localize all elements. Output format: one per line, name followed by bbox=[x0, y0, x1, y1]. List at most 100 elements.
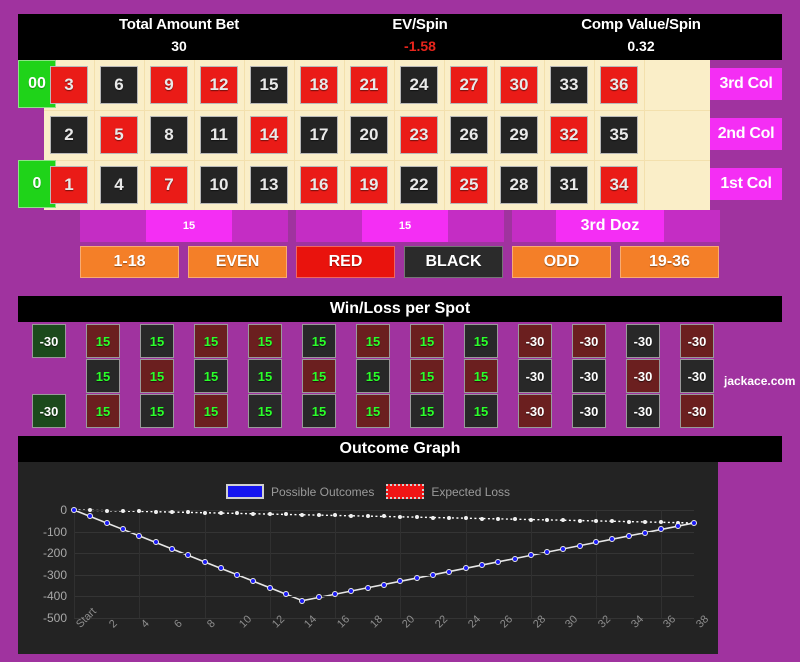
number-cell-31[interactable]: 31 bbox=[550, 166, 588, 204]
column-bet-2[interactable]: 2nd Col bbox=[710, 118, 782, 150]
number-cell-label: 5 bbox=[114, 125, 124, 144]
number-cell-label: 14 bbox=[259, 125, 279, 144]
column-bet-label: 3rd Col bbox=[719, 75, 773, 92]
number-cell-12[interactable]: 12 bbox=[200, 66, 238, 104]
number-cell-36[interactable]: 36 bbox=[600, 66, 638, 104]
number-cell-18[interactable]: 18 bbox=[300, 66, 338, 104]
number-cell-24[interactable]: 24 bbox=[400, 66, 438, 104]
number-cell-9[interactable]: 9 bbox=[150, 66, 188, 104]
number-cell-30[interactable]: 30 bbox=[500, 66, 538, 104]
win-loss-value: 15 bbox=[203, 368, 219, 384]
column-bet-1[interactable]: 1st Col bbox=[710, 168, 782, 200]
win-loss-cell: 15 bbox=[410, 359, 444, 393]
outside-bet-label: 1-18 bbox=[113, 253, 146, 270]
number-cell-6[interactable]: 6 bbox=[100, 66, 138, 104]
data-point-possible-outcome bbox=[413, 575, 420, 582]
bet-high[interactable]: 19-36 bbox=[620, 246, 719, 278]
number-cell-label: 13 bbox=[259, 175, 279, 194]
number-cell-1[interactable]: 1 bbox=[50, 166, 88, 204]
bet-even[interactable]: EVEN bbox=[188, 246, 287, 278]
number-cell-34[interactable]: 34 bbox=[600, 166, 638, 204]
number-cell-4[interactable]: 4 bbox=[100, 166, 138, 204]
win-loss-cell: -30 bbox=[518, 394, 552, 428]
number-cell-13[interactable]: 13 bbox=[250, 166, 288, 204]
chart-gridline-vertical bbox=[335, 510, 337, 618]
number-cell-2[interactable]: 2 bbox=[50, 116, 88, 154]
bet-odd[interactable]: ODD bbox=[512, 246, 611, 278]
dozen-bet-1[interactable]: 15 bbox=[80, 210, 288, 242]
number-cell-26[interactable]: 26 bbox=[450, 116, 488, 154]
win-loss-value: 15 bbox=[311, 403, 327, 419]
data-point-expected-loss bbox=[169, 510, 174, 515]
win-loss-value: 15 bbox=[95, 333, 111, 349]
win-loss-value: 15 bbox=[419, 333, 435, 349]
stat-value: 30 bbox=[171, 38, 187, 54]
number-cell-32[interactable]: 32 bbox=[550, 116, 588, 154]
legend-label: Expected Loss bbox=[431, 484, 511, 499]
number-cell-25[interactable]: 25 bbox=[450, 166, 488, 204]
win-loss-cell: 15 bbox=[302, 324, 336, 358]
number-cell-label: 12 bbox=[209, 75, 229, 94]
number-cell-label: 8 bbox=[164, 125, 174, 144]
data-point-possible-outcome bbox=[462, 565, 469, 572]
number-cell-8[interactable]: 8 bbox=[150, 116, 188, 154]
number-cell-15[interactable]: 15 bbox=[250, 66, 288, 104]
win-loss-cell: 15 bbox=[356, 324, 390, 358]
bet-low[interactable]: 1-18 bbox=[80, 246, 179, 278]
win-loss-value: -30 bbox=[39, 333, 59, 349]
chart-gridline bbox=[74, 510, 694, 511]
number-cell-19[interactable]: 19 bbox=[350, 166, 388, 204]
bet-red[interactable]: RED bbox=[296, 246, 395, 278]
number-cell-28[interactable]: 28 bbox=[500, 166, 538, 204]
win-loss-title: Win/Loss per Spot bbox=[18, 296, 782, 322]
number-cell-27[interactable]: 27 bbox=[450, 66, 488, 104]
win-loss-value: -30 bbox=[579, 333, 599, 349]
data-point-expected-loss bbox=[382, 514, 386, 519]
number-cell-29[interactable]: 29 bbox=[500, 116, 538, 154]
data-point-expected-loss bbox=[545, 517, 550, 522]
chart-gridline-vertical bbox=[269, 510, 271, 618]
win-loss-cell: -30 bbox=[680, 359, 714, 393]
win-loss-value: -30 bbox=[579, 403, 599, 419]
number-cell-22[interactable]: 22 bbox=[400, 166, 438, 204]
win-loss-grid: -30 -30 15 15 15 15 15 15 15 15 15 15 15 15 15 15 15 15 15… bbox=[18, 322, 782, 428]
data-point-possible-outcome bbox=[119, 526, 126, 533]
number-cell-17[interactable]: 17 bbox=[300, 116, 338, 154]
win-loss-cell: 15 bbox=[194, 359, 228, 393]
data-point-expected-loss bbox=[512, 517, 517, 522]
number-cell-33[interactable]: 33 bbox=[550, 66, 588, 104]
number-cell-5[interactable]: 5 bbox=[100, 116, 138, 154]
column-bet-3[interactable]: 3rd Col bbox=[710, 68, 782, 100]
number-cell-21[interactable]: 21 bbox=[350, 66, 388, 104]
win-loss-cell: 15 bbox=[140, 394, 174, 428]
data-point-possible-outcome bbox=[658, 526, 665, 533]
data-point-possible-outcome bbox=[315, 594, 322, 601]
number-cell-label: 17 bbox=[309, 125, 329, 144]
number-cell-23[interactable]: 23 bbox=[400, 116, 438, 154]
dozen-bet-2[interactable]: 15 bbox=[296, 210, 504, 242]
win-loss-cell: 15 bbox=[86, 394, 120, 428]
chart-gridline-vertical bbox=[74, 510, 75, 618]
number-cell-20[interactable]: 20 bbox=[350, 116, 388, 154]
number-cell-14[interactable]: 14 bbox=[250, 116, 288, 154]
number-cell-16[interactable]: 16 bbox=[300, 166, 338, 204]
number-cell-label: 24 bbox=[409, 75, 429, 94]
legend-item-expected-loss: Expected Loss bbox=[386, 484, 510, 499]
number-cell-35[interactable]: 35 bbox=[600, 116, 638, 154]
data-point-expected-loss bbox=[430, 515, 435, 520]
data-point-possible-outcome bbox=[511, 555, 518, 562]
chart-gridline-vertical bbox=[465, 510, 467, 618]
win-loss-value: 15 bbox=[149, 403, 165, 419]
dozen-bet-3[interactable]: 3rd Doz bbox=[512, 210, 720, 242]
data-point-possible-outcome bbox=[185, 552, 192, 559]
win-loss-cell: -30 bbox=[32, 324, 66, 358]
number-cell-7[interactable]: 7 bbox=[150, 166, 188, 204]
number-cell-10[interactable]: 10 bbox=[200, 166, 238, 204]
number-cell-11[interactable]: 11 bbox=[200, 116, 238, 154]
number-cell-label: 35 bbox=[609, 125, 629, 144]
bet-black[interactable]: BLACK bbox=[404, 246, 503, 278]
number-cell-3[interactable]: 3 bbox=[50, 66, 88, 104]
number-cell-label: 11 bbox=[210, 125, 228, 144]
data-point-expected-loss bbox=[414, 515, 419, 520]
data-point-expected-loss bbox=[659, 520, 664, 525]
